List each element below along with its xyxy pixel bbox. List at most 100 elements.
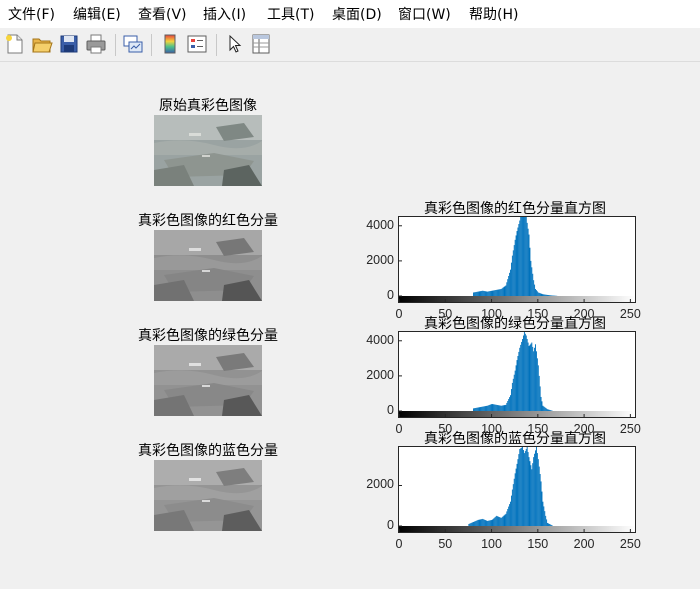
- histogram-bar: [542, 294, 544, 296]
- histogram-bar: [498, 405, 499, 411]
- histogram-bar: [544, 294, 546, 296]
- histogram-bar: [512, 484, 514, 526]
- histogram-bar: [510, 395, 511, 411]
- x-tick-label: 250: [619, 537, 641, 551]
- histogram-bar: [523, 450, 524, 526]
- menu-bar: 文件(F) 编辑(E) 查看(V) 插入(I) 工具(T) 桌面(D) 窗口(W…: [0, 0, 700, 28]
- x-tick-label: 200: [573, 307, 595, 321]
- histogram-bar: [525, 449, 527, 526]
- x-tick-label: 100: [481, 307, 502, 321]
- menu-file[interactable]: 文件(F): [6, 5, 57, 25]
- histogram-bar: [501, 517, 503, 526]
- histogram-bar: [484, 519, 486, 526]
- histogram-bar: [507, 508, 509, 526]
- histogram-bar: [505, 285, 507, 296]
- histogram-bar: [496, 515, 498, 526]
- red-component-title: 真彩色图像的红色分量: [138, 213, 278, 229]
- histogram-bar: [549, 410, 551, 411]
- histogram-bar: [491, 403, 493, 411]
- green-histogram-axes: [398, 331, 636, 418]
- original-color-image: [154, 115, 262, 186]
- blue-histogram-axes: [398, 446, 636, 533]
- histogram-bar: [477, 407, 479, 411]
- green-component-image: [154, 345, 262, 416]
- save-icon[interactable]: [58, 33, 80, 55]
- histogram-bar: [484, 291, 486, 296]
- histogram-bar: [515, 235, 517, 296]
- histogram-bar: [483, 406, 485, 411]
- histogram-bar: [528, 457, 530, 526]
- y-tick-label: 2000: [366, 477, 394, 492]
- histogram-bar: [548, 409, 550, 411]
- histogram-bar: [485, 520, 486, 526]
- histogram-bar: [499, 289, 501, 296]
- link-plot-icon[interactable]: [122, 33, 144, 55]
- histogram-bar: [531, 469, 533, 526]
- toolbar-separator: [151, 34, 152, 56]
- histogram-bar: [548, 409, 549, 411]
- histogram-bar: [523, 453, 525, 526]
- histogram-bar: [549, 295, 551, 296]
- red-component-image: [154, 230, 262, 301]
- blue-component-image: [154, 460, 262, 531]
- histogram-bar: [499, 517, 501, 526]
- histogram-bar: [514, 473, 516, 526]
- histogram-bar: [502, 516, 504, 526]
- property-inspector-icon[interactable]: [250, 33, 272, 55]
- histogram-bar: [530, 465, 532, 526]
- new-figure-icon[interactable]: [4, 33, 26, 55]
- menu-tools[interactable]: 工具(T): [265, 5, 316, 25]
- histogram-bar: [546, 519, 548, 526]
- histogram-bar: [504, 514, 506, 526]
- histogram-bar: [511, 489, 513, 526]
- histogram-bar: [506, 511, 508, 526]
- histogram-bar: [521, 217, 523, 296]
- menu-edit[interactable]: 编辑(E): [71, 5, 123, 25]
- menu-help[interactable]: 帮助(H): [467, 5, 520, 25]
- histogram-bar: [538, 466, 540, 526]
- histogram-bar: [482, 518, 484, 526]
- menu-view[interactable]: 查看(V): [136, 5, 189, 25]
- histogram-bar: [485, 520, 487, 526]
- histogram-bar: [489, 404, 491, 411]
- histogram-bar: [548, 523, 549, 526]
- red-histogram-title: 真彩色图像的红色分量直方图: [424, 201, 606, 217]
- histogram-bar: [519, 347, 521, 411]
- histogram-bar: [501, 405, 503, 411]
- print-icon[interactable]: [85, 33, 107, 55]
- histogram-bar: [514, 239, 516, 296]
- histogram-bar: [517, 459, 519, 526]
- histogram-bar: [540, 293, 542, 296]
- histogram-bar: [548, 295, 550, 296]
- menu-desktop[interactable]: 桌面(D): [330, 5, 384, 25]
- insert-legend-icon[interactable]: [186, 33, 208, 55]
- histogram-bar: [543, 294, 545, 296]
- edit-plot-pointer-icon[interactable]: [223, 33, 245, 55]
- histogram-bar: [545, 515, 547, 526]
- histogram-bar: [497, 289, 499, 296]
- y-tick-label: 2000: [366, 252, 394, 267]
- histogram-bar: [547, 409, 549, 411]
- histogram-bar: [486, 291, 488, 296]
- open-file-icon[interactable]: [31, 33, 53, 55]
- histogram-bar: [507, 400, 509, 411]
- x-tick-label: 150: [527, 537, 549, 551]
- histogram-bar: [477, 291, 479, 296]
- menu-insert[interactable]: 插入(I): [201, 5, 248, 25]
- histogram-bar: [547, 522, 549, 526]
- histogram-bar: [508, 275, 510, 296]
- histogram-bar: [532, 273, 534, 296]
- menu-window[interactable]: 窗口(W): [396, 5, 453, 25]
- histogram-bar: [475, 407, 477, 411]
- histogram-bar: [475, 520, 477, 526]
- x-tick-label: 150: [527, 422, 549, 436]
- histogram-bar: [474, 292, 476, 296]
- insert-colorbar-icon[interactable]: [159, 33, 181, 55]
- histogram-bar: [511, 382, 513, 411]
- histogram-bar: [545, 294, 547, 296]
- histogram-bar: [492, 404, 494, 411]
- histogram-bar: [510, 501, 511, 526]
- histogram-bar: [526, 447, 528, 526]
- histogram-bar: [493, 518, 495, 526]
- y-tick-label: 0: [387, 518, 394, 532]
